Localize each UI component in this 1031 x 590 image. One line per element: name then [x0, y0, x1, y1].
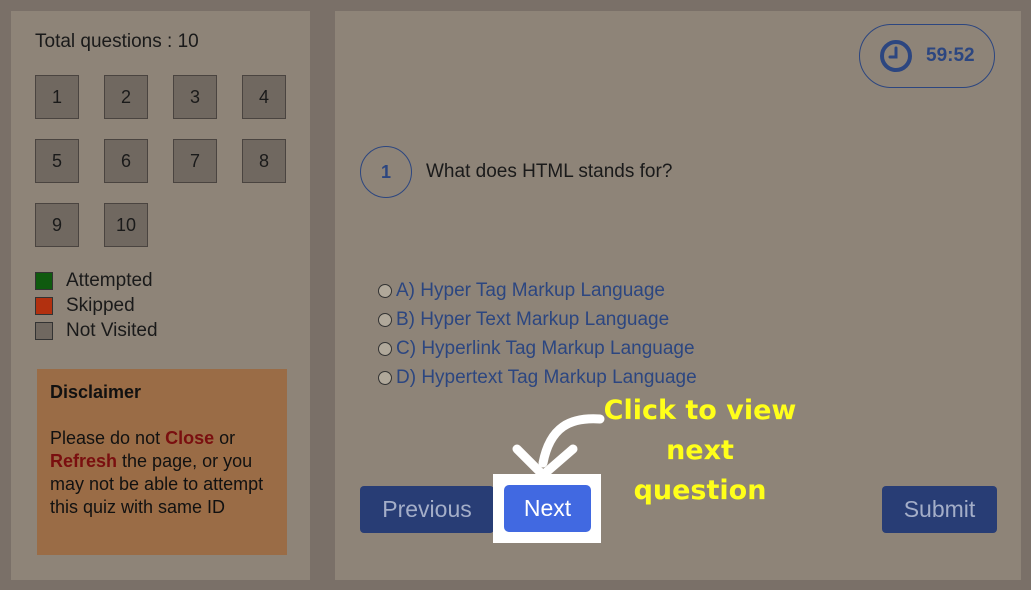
previous-button[interactable]: Previous [360, 486, 494, 533]
option-b[interactable]: B) Hyper Text Markup Language [378, 305, 697, 334]
option-c[interactable]: C) Hyperlink Tag Markup Language [378, 334, 697, 363]
option-d[interactable]: D) Hypertext Tag Markup Language [378, 363, 697, 392]
timer-value: 59:52 [926, 45, 975, 66]
answer-options: A) Hyper Tag Markup Language B) Hyper Te… [378, 276, 697, 392]
clock-icon [880, 40, 912, 72]
question-text: What does HTML stands for? [426, 161, 673, 182]
timer-badge: 59:52 [859, 24, 995, 88]
legend-label: Not Visited [66, 319, 158, 341]
question-button-7[interactable]: 7 [173, 139, 217, 183]
option-label: A) Hyper Tag Markup Language [396, 279, 665, 301]
question-button-1[interactable]: 1 [35, 75, 79, 119]
not-visited-swatch [35, 321, 53, 340]
option-a[interactable]: A) Hyper Tag Markup Language [378, 276, 697, 305]
next-button[interactable]: Next [504, 485, 591, 532]
option-label: D) Hypertext Tag Markup Language [396, 366, 697, 388]
question-number-badge: 1 [360, 146, 412, 198]
submit-button[interactable]: Submit [882, 486, 997, 533]
status-legend: Attempted Skipped Not Visited [35, 268, 158, 343]
question-button-8[interactable]: 8 [242, 139, 286, 183]
question-button-9[interactable]: 9 [35, 203, 79, 247]
question-grid: 1 2 3 4 5 6 7 8 9 10 [35, 75, 286, 247]
option-label: C) Hyperlink Tag Markup Language [396, 337, 695, 359]
legend-label: Attempted [66, 269, 153, 291]
question-navigator-panel: Total questions : 10 1 2 3 4 5 6 7 8 9 1… [11, 11, 310, 580]
callout-line-1: Click to view [603, 395, 797, 426]
question-button-3[interactable]: 3 [173, 75, 217, 119]
question-button-5[interactable]: 5 [35, 139, 79, 183]
skipped-swatch [35, 296, 53, 315]
question-button-2[interactable]: 2 [104, 75, 148, 119]
callout-text: Click to view next question [600, 391, 800, 511]
question-button-4[interactable]: 4 [242, 75, 286, 119]
attempted-swatch [35, 271, 53, 290]
question-button-6[interactable]: 6 [104, 139, 148, 183]
radio-button[interactable] [378, 312, 392, 327]
legend-attempted: Attempted [35, 268, 158, 293]
radio-button[interactable] [378, 283, 392, 298]
callout-line-2: next question [633, 435, 767, 506]
legend-label: Skipped [66, 294, 135, 316]
legend-not-visited: Not Visited [35, 318, 158, 343]
legend-skipped: Skipped [35, 293, 158, 318]
curved-arrow-icon [512, 414, 605, 480]
disclaimer-box: Disclaimer Please do not Close or Refres… [37, 369, 287, 555]
close-warning: Close [165, 428, 215, 448]
refresh-warning: Refresh [50, 451, 118, 471]
disclaimer-text: Please do not Close or Refresh the page,… [50, 428, 264, 517]
option-label: B) Hyper Text Markup Language [396, 308, 670, 330]
question-button-10[interactable]: 10 [104, 203, 148, 247]
radio-button[interactable] [378, 341, 392, 356]
total-questions-label: Total questions : 10 [35, 31, 199, 52]
disclaimer-title: Disclaimer [50, 382, 142, 402]
radio-button[interactable] [378, 370, 392, 385]
